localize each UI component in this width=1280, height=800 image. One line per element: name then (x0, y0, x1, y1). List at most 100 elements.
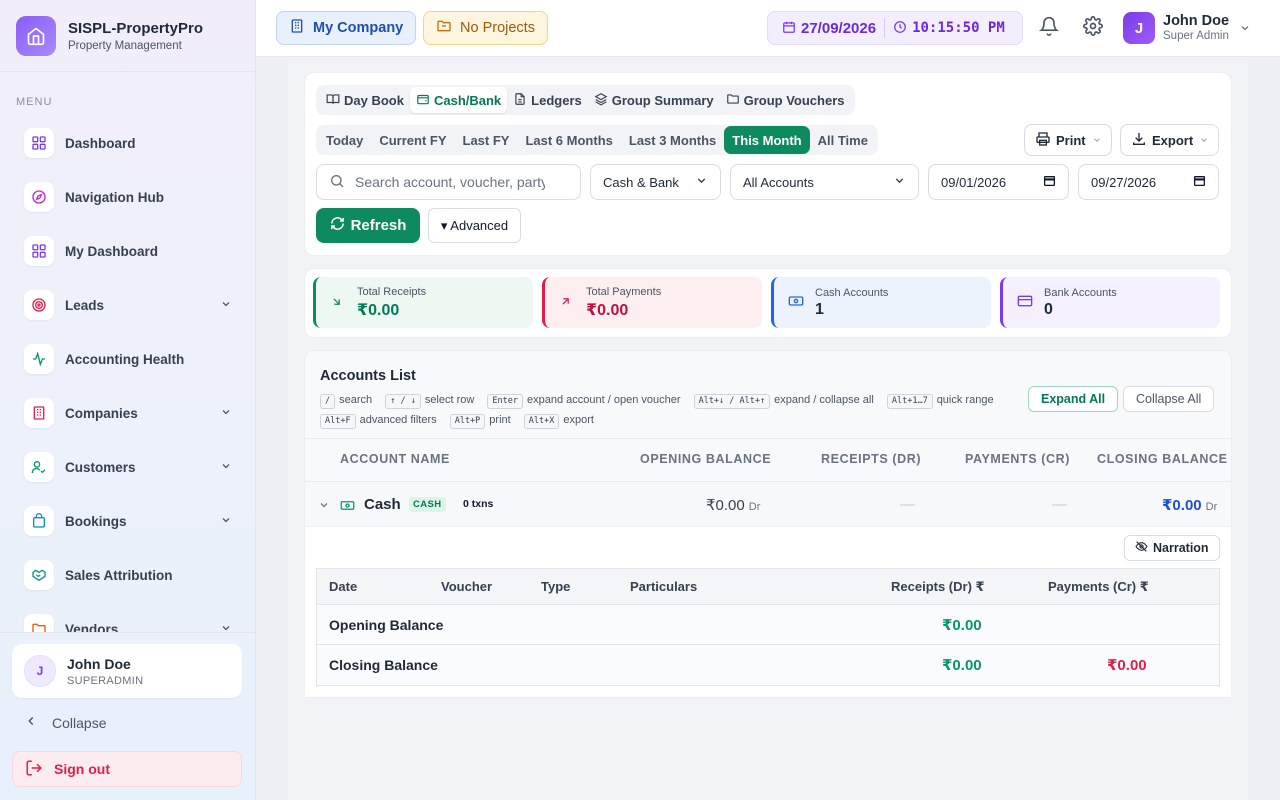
tab-day-book[interactable]: Day Book (320, 87, 410, 113)
chevron-down-icon[interactable] (220, 514, 232, 529)
tab-group-summary[interactable]: Group Summary (588, 87, 720, 113)
calendar-icon[interactable] (1193, 174, 1206, 190)
gear-icon[interactable] (1083, 16, 1103, 39)
chevron-down-icon[interactable] (220, 460, 232, 475)
user-avatar[interactable]: J (1123, 12, 1155, 44)
sidebar-item-sales-attribution[interactable]: Sales Attribution (12, 548, 244, 602)
date-from-value: 09/01/2026 (941, 174, 1007, 190)
opening-balance-value: ₹0.00 (706, 497, 745, 514)
column-header-receipts[interactable]: RECEIPTS (DR) (821, 452, 921, 466)
type-select[interactable]: Cash & Bank (590, 164, 721, 200)
narration-label: Narration (1153, 541, 1209, 555)
stat-value: ₹0.00 (357, 301, 400, 319)
eye-off-icon (1135, 540, 1148, 556)
projects-label: No Projects (460, 20, 535, 36)
export-button[interactable]: Export (1120, 124, 1219, 156)
sidebar-item-companies[interactable]: Companies (12, 386, 244, 440)
sidebar-item-leads[interactable]: Leads (12, 278, 244, 332)
stat-value: 1 (815, 300, 824, 318)
chevron-down-icon[interactable] (220, 298, 232, 313)
chevron-left-icon (24, 714, 38, 731)
bell-icon[interactable] (1038, 16, 1060, 39)
sidebar-user-card[interactable]: J John Doe SUPERADMIN (12, 644, 242, 698)
menu-label: MENU (16, 96, 53, 108)
accounts-select[interactable]: All Accounts (730, 164, 919, 200)
company-selector[interactable]: My Company (276, 11, 417, 45)
column-header-receipts-dr[interactable]: Receipts (Dr) ₹ (891, 579, 985, 595)
opening-balance-suffix: Dr (748, 501, 761, 513)
sidebar-item-accounting-health[interactable]: Accounting Health (12, 332, 244, 386)
project-selector[interactable]: No Projects (423, 11, 548, 45)
hint-text: select row (424, 394, 475, 406)
column-header-account-name[interactable]: ACCOUNT NAME (340, 452, 450, 466)
collapse-button[interactable]: Collapse (24, 714, 106, 731)
chevron-down-icon[interactable] (220, 622, 232, 632)
sidebar-item-vendors[interactable]: Vendors (12, 602, 244, 632)
column-header-voucher[interactable]: Voucher (441, 579, 492, 594)
narration-toggle-button[interactable]: Narration (1124, 535, 1220, 561)
range-last-fy[interactable]: Last FY (455, 126, 518, 154)
hint: Alt+1…7 quick range (886, 394, 994, 409)
brand[interactable]: SISPL-PropertyPro Property Management (0, 0, 255, 72)
header-user-name[interactable]: John Doe (1163, 13, 1229, 29)
column-header-type[interactable]: Type (541, 579, 570, 594)
account-name[interactable]: Cash (364, 496, 401, 513)
hint: Alt+F advanced filters (320, 414, 437, 429)
hint-key: Alt+1…7 (886, 394, 933, 409)
printer-icon (1035, 131, 1051, 150)
current-date: 27/09/2026 (801, 19, 877, 37)
total-payments-card: Total Payments ₹0.00 (542, 277, 762, 328)
calendar-icon[interactable] (1043, 174, 1056, 190)
tab-cash-bank[interactable]: Cash/Bank (409, 87, 508, 113)
chevron-down-icon[interactable] (220, 406, 232, 421)
chevron-down-icon[interactable] (318, 499, 330, 514)
tab-label: Cash/Bank (433, 92, 502, 108)
date-to-input[interactable]: 09/27/2026 (1078, 164, 1219, 200)
current-time: 10:15:50 PM (912, 20, 1005, 36)
expand-all-button[interactable]: Expand All (1028, 386, 1119, 412)
column-header-payments-cr[interactable]: Payments (Cr) ₹ (1048, 579, 1149, 595)
refresh-button[interactable]: Refresh (316, 208, 420, 243)
sidebar-item-my-dashboard[interactable]: My Dashboard (12, 224, 244, 278)
sidebar-item-bookings[interactable]: Bookings (12, 494, 244, 548)
chevron-down-icon[interactable] (1239, 22, 1251, 37)
sidebar-item-navigation-hub[interactable]: Navigation Hub (12, 170, 244, 224)
date-from-input[interactable]: 09/01/2026 (928, 164, 1069, 200)
cash-accounts-card: Cash Accounts 1 (771, 277, 991, 328)
home-icon (16, 15, 56, 56)
folder-icon (24, 614, 54, 632)
tab-group-vouchers[interactable]: Group Vouchers (720, 87, 851, 113)
calendar-icon (782, 20, 796, 37)
advanced-filters-button[interactable]: ▾ Advanced (428, 208, 521, 243)
download-icon (1131, 131, 1147, 150)
column-header-date[interactable]: Date (329, 579, 357, 594)
search-input[interactable] (355, 174, 545, 190)
range-today[interactable]: Today (318, 126, 371, 154)
range-current-fy[interactable]: Current FY (371, 126, 454, 154)
export-label: Export (1152, 132, 1194, 148)
sign-out-button[interactable]: Sign out (12, 751, 242, 787)
sidebar-nav: Dashboard Navigation Hub My Dashboard Le… (12, 116, 244, 632)
banknote-icon (340, 498, 355, 516)
sidebar-item-label: Navigation Hub (65, 189, 165, 205)
hint-key: Alt+P (449, 414, 486, 429)
column-header-payments[interactable]: PAYMENTS (CR) (965, 452, 1070, 466)
print-button[interactable]: Print (1024, 124, 1112, 156)
search-field[interactable] (316, 164, 581, 200)
hint: Alt+X export (523, 414, 594, 429)
column-header-particulars[interactable]: Particulars (630, 579, 697, 594)
tab-ledgers[interactable]: Ledgers (507, 87, 588, 113)
book-icon (326, 92, 344, 109)
column-header-closing-balance[interactable]: CLOSING BALANCE (1097, 452, 1228, 466)
hint-text: search (339, 394, 373, 406)
range-this-month[interactable]: This Month (724, 126, 810, 154)
compass-icon (24, 182, 54, 212)
collapse-all-button[interactable]: Collapse All (1123, 386, 1215, 412)
sidebar-item-dashboard[interactable]: Dashboard (12, 116, 244, 170)
range-all-time[interactable]: All Time (810, 126, 876, 154)
sidebar-item-customers[interactable]: Customers (12, 440, 244, 494)
range-last-3-months[interactable]: Last 3 Months (621, 126, 724, 154)
range-last-6-months[interactable]: Last 6 Months (517, 126, 620, 154)
column-header-opening-balance[interactable]: OPENING BALANCE (640, 452, 771, 466)
hint-text: quick range (936, 394, 994, 406)
